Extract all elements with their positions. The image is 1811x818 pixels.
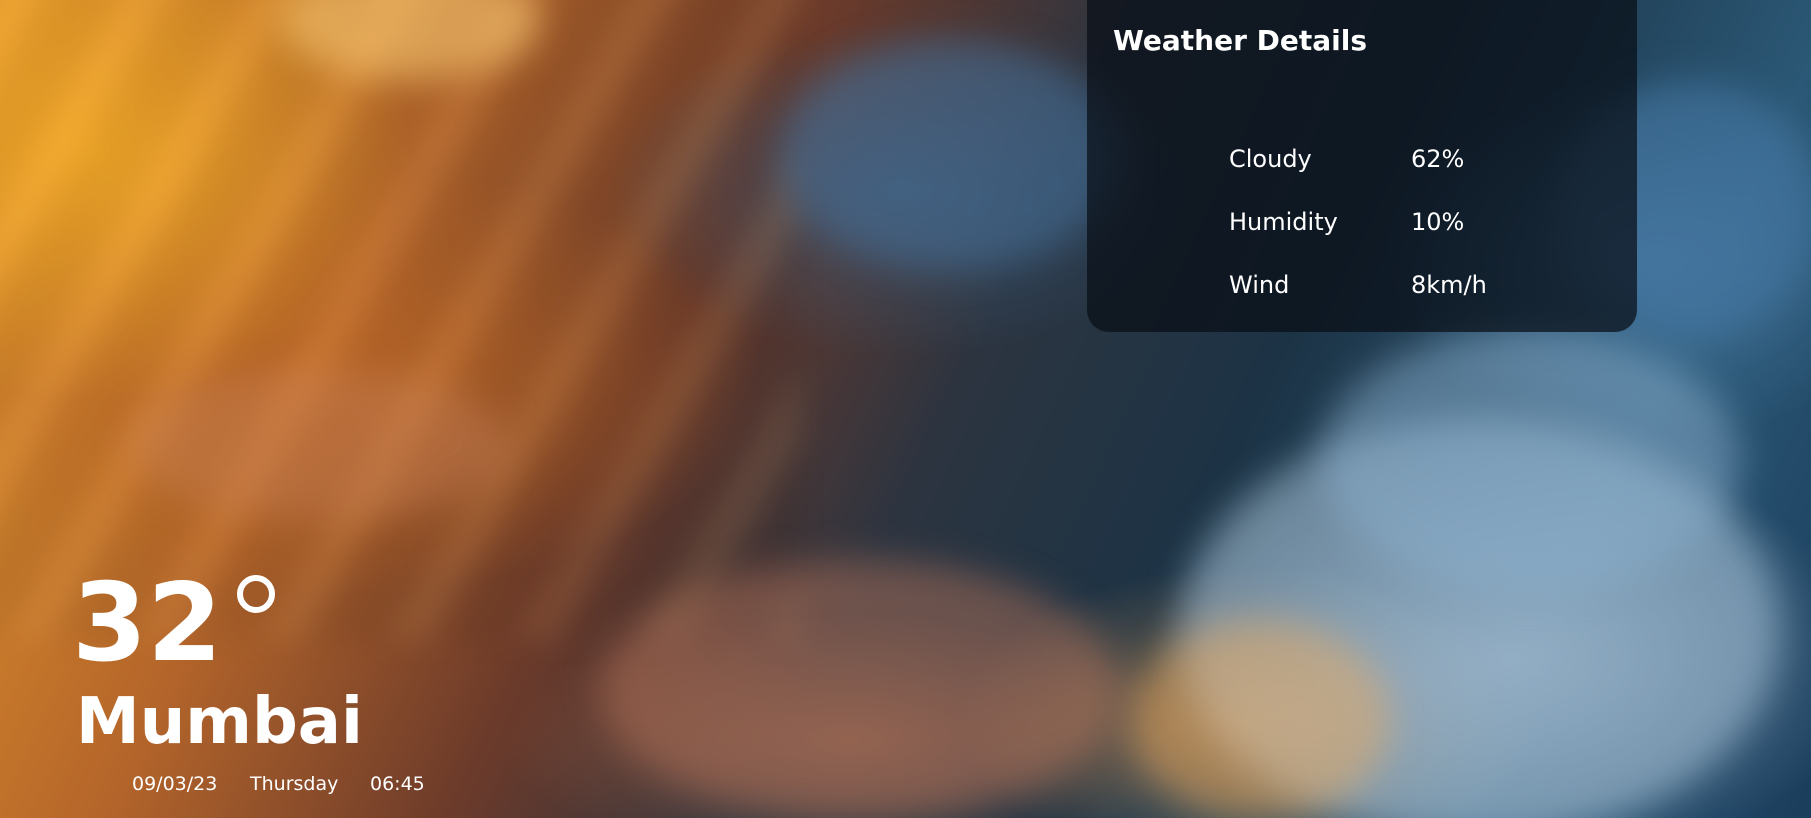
city-name: Mumbai [76, 685, 363, 759]
cloud-shape [130, 370, 510, 520]
degree-symbol-icon [237, 575, 275, 613]
cloud-shape [1130, 620, 1390, 818]
cloud-shape [600, 560, 1120, 818]
detail-row-humidity: Humidity 10% [1229, 202, 1589, 242]
detail-label: Humidity [1229, 208, 1338, 236]
cloud-shape [780, 40, 1120, 270]
sun-rays [0, 0, 800, 640]
cloud-shape [1320, 330, 1740, 590]
date-text: 09/03/23 [132, 773, 218, 795]
detail-value: 8km/h [1411, 271, 1487, 299]
weather-details-title: Weather Details [1113, 24, 1368, 57]
detail-label: Cloudy [1229, 145, 1312, 173]
detail-row-wind: Wind 8km/h [1229, 265, 1589, 305]
weather-details-panel: Weather Details Cloudy 62% Humidity 10% … [1087, 0, 1637, 332]
temperature-value: 32 [72, 561, 223, 686]
detail-value: 10% [1411, 208, 1465, 236]
detail-value: 62% [1411, 145, 1465, 173]
detail-label: Wind [1229, 271, 1290, 299]
detail-row-cloudy: Cloudy 62% [1229, 139, 1589, 179]
time-text: 06:45 [370, 773, 425, 795]
day-text: Thursday [250, 773, 339, 795]
